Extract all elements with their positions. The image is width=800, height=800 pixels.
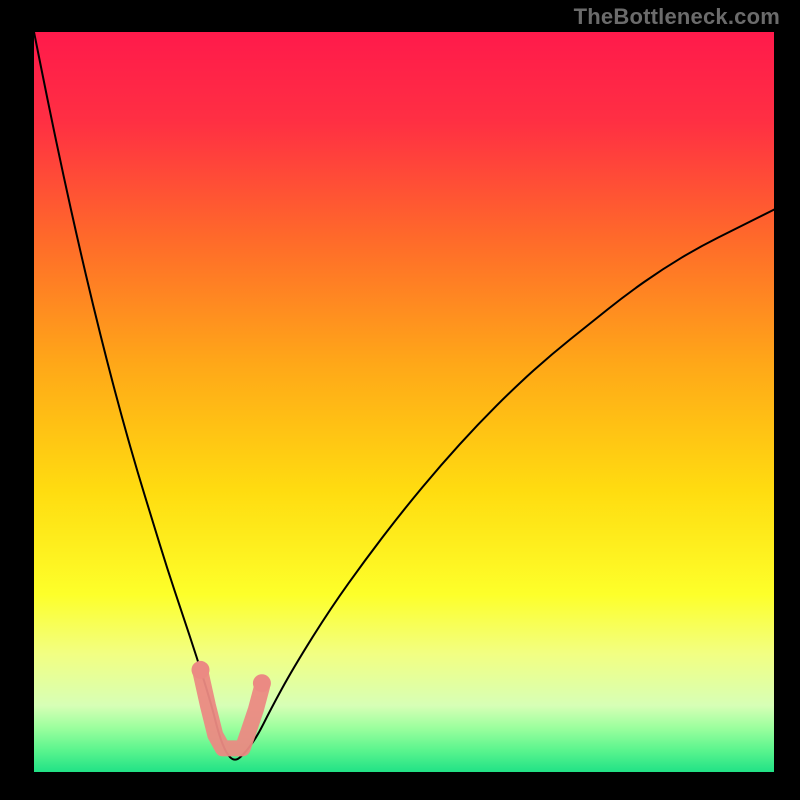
valley-marker	[201, 672, 262, 748]
bottleneck-curve	[34, 32, 774, 760]
plot-area	[34, 32, 774, 772]
watermark-text: TheBottleneck.com	[574, 4, 780, 30]
curve-layer	[34, 32, 774, 772]
valley-marker-cap	[192, 661, 210, 679]
valley-marker-cap	[253, 674, 271, 692]
chart-frame: TheBottleneck.com	[0, 0, 800, 800]
